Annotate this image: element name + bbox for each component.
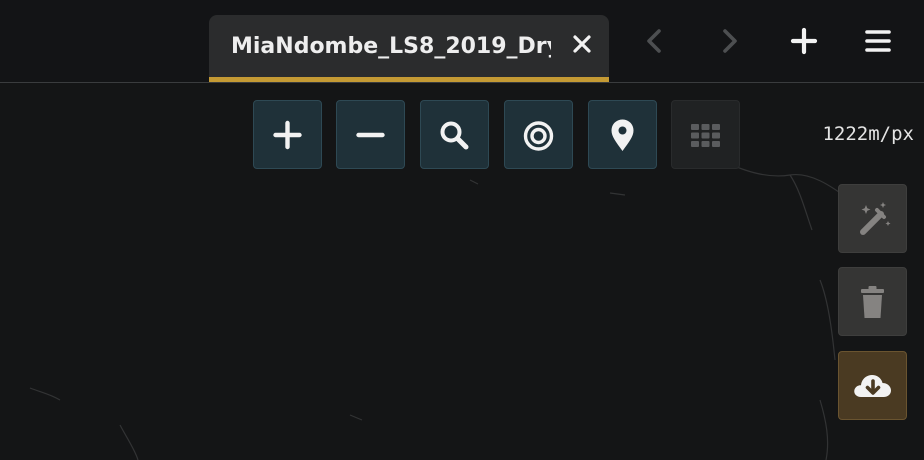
search-icon	[440, 121, 469, 150]
download-button[interactable]	[838, 351, 907, 420]
plus-icon[interactable]	[789, 26, 819, 56]
minus-icon	[356, 132, 385, 138]
grid-button[interactable]	[671, 100, 740, 169]
zoom-out-button[interactable]	[336, 100, 405, 169]
tab-active[interactable]: MiaNdombe_LS8_2019_Dry	[209, 15, 609, 82]
map-pin-icon	[611, 119, 634, 151]
target-icon	[523, 121, 554, 151]
grid-icon	[691, 124, 720, 147]
tab-title: MiaNdombe_LS8_2019_Dry	[231, 34, 551, 59]
locate-button[interactable]	[504, 100, 573, 169]
zoom-in-button[interactable]	[253, 100, 322, 169]
chevron-right-icon[interactable]	[714, 26, 744, 56]
search-button[interactable]	[420, 100, 489, 169]
hamburger-menu-icon[interactable]	[863, 26, 893, 56]
cloud-download-icon	[854, 375, 891, 397]
magic-wand-button[interactable]	[838, 184, 907, 253]
map-scale-label: 1222m/px	[822, 123, 914, 145]
plus-icon	[273, 120, 302, 150]
trash-icon	[861, 286, 884, 318]
pin-button[interactable]	[588, 100, 657, 169]
top-bar: MiaNdombe_LS8_2019_Dry	[0, 0, 924, 83]
magic-wand-icon	[860, 202, 891, 235]
close-icon[interactable]	[571, 33, 593, 55]
map-app: MiaNdombe_LS8_2019_Dry 1222m/px	[0, 0, 924, 460]
delete-button[interactable]	[838, 267, 907, 336]
chevron-left-icon[interactable]	[640, 26, 670, 56]
